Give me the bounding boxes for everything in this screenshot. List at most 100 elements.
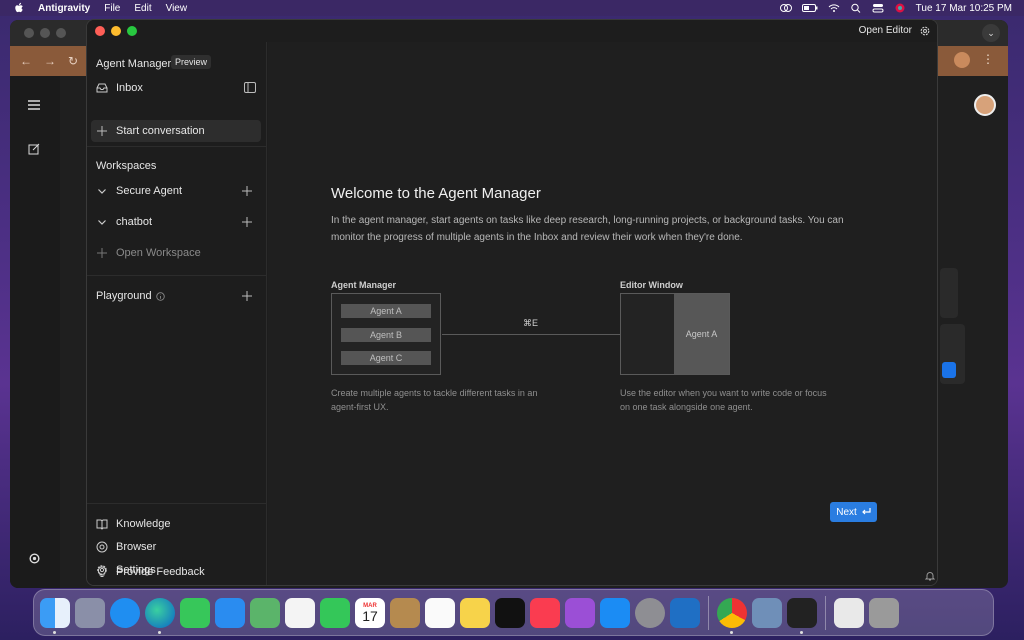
next-button[interactable]: Next bbox=[830, 502, 877, 522]
mail-icon[interactable] bbox=[215, 597, 245, 628]
chrome-profile-icon[interactable] bbox=[894, 3, 906, 13]
diagram-connector-line bbox=[442, 334, 620, 335]
wifi-icon[interactable] bbox=[828, 3, 840, 13]
launchpad-icon[interactable] bbox=[75, 597, 105, 628]
background-user-avatar[interactable] bbox=[974, 94, 996, 116]
add-conversation-plus-icon[interactable] bbox=[242, 217, 252, 227]
chevron-down-icon[interactable] bbox=[96, 185, 108, 197]
app-store-icon[interactable] bbox=[600, 597, 630, 628]
add-playground-plus-icon[interactable] bbox=[242, 291, 252, 301]
background-settings-gear-icon[interactable] bbox=[28, 552, 41, 565]
chrome-icon[interactable] bbox=[717, 597, 747, 634]
browser-menu-icon[interactable]: ⋮ bbox=[982, 52, 994, 66]
maps-icon[interactable] bbox=[250, 597, 280, 628]
antigravity-window: Open Editor Agent Manager Preview Inbox … bbox=[86, 19, 938, 586]
open-workspace-button[interactable]: Open Workspace bbox=[91, 242, 261, 264]
agent-pill: Agent A bbox=[341, 304, 431, 318]
background-page-rail bbox=[10, 76, 60, 588]
hamburger-menu-icon[interactable] bbox=[28, 100, 40, 110]
workspace-secure-agent[interactable]: Secure Agent bbox=[91, 180, 261, 202]
workspace-label: chatbot bbox=[116, 216, 153, 228]
trash-icon[interactable] bbox=[869, 597, 899, 628]
editor-window-caption: Use the editor when you want to write co… bbox=[620, 388, 827, 412]
reminders-icon[interactable] bbox=[425, 597, 455, 628]
workspaces-heading: Workspaces bbox=[96, 160, 157, 172]
notification-bell-icon[interactable] bbox=[925, 571, 935, 581]
compose-icon[interactable] bbox=[28, 143, 40, 155]
sidebar-item-label: Knowledge bbox=[116, 518, 171, 530]
facetime-icon[interactable] bbox=[320, 597, 350, 628]
photos-icon[interactable] bbox=[285, 597, 315, 628]
menubar-clock[interactable]: Tue 17 Mar 10:25 PM bbox=[916, 3, 1012, 14]
dock-separator bbox=[825, 595, 826, 630]
sidebar-item-label: Provide Feedback bbox=[116, 566, 205, 578]
menu-app-name[interactable]: Antigravity bbox=[38, 3, 90, 14]
tab-search-icon[interactable]: ⌄ bbox=[982, 24, 1000, 42]
sidebar-header: Agent Manager bbox=[96, 58, 172, 70]
music-icon[interactable] bbox=[530, 597, 560, 628]
podcasts-icon[interactable] bbox=[565, 597, 595, 628]
sidebar: Agent Manager Preview Inbox Start conver… bbox=[87, 42, 267, 585]
sidebar-item-playground[interactable]: Playground bbox=[91, 285, 261, 307]
menu-file[interactable]: File bbox=[104, 3, 120, 14]
shortcut-label: ⌘E bbox=[523, 318, 539, 328]
workspace-chatbot[interactable]: chatbot bbox=[91, 211, 261, 233]
add-conversation-plus-icon[interactable] bbox=[242, 186, 252, 196]
pdf-document-icon[interactable] bbox=[834, 597, 864, 628]
creative-cloud-icon[interactable] bbox=[779, 3, 792, 13]
book-icon bbox=[96, 519, 108, 530]
sidebar-item-label: Open Workspace bbox=[116, 247, 201, 259]
forward-arrow-icon[interactable]: → bbox=[44, 54, 56, 68]
zoom-window-button[interactable] bbox=[127, 26, 137, 36]
window-titlebar: Open Editor bbox=[87, 20, 937, 42]
vscode-icon[interactable] bbox=[670, 597, 700, 628]
minimize-window-button[interactable] bbox=[111, 26, 121, 36]
plus-icon bbox=[97, 248, 107, 258]
sidebar-divider bbox=[87, 503, 267, 504]
antigravity-icon[interactable] bbox=[787, 597, 817, 634]
info-icon[interactable] bbox=[155, 291, 165, 301]
sidebar-item-inbox[interactable]: Inbox bbox=[91, 77, 261, 99]
browser-profile-avatar[interactable] bbox=[954, 52, 970, 68]
macos-dock: MAR 17 bbox=[33, 589, 994, 636]
apple-tv-icon[interactable] bbox=[495, 597, 525, 628]
preview-icon[interactable] bbox=[752, 597, 782, 628]
workspace-label: Secure Agent bbox=[116, 185, 183, 197]
menu-view[interactable]: View bbox=[166, 3, 188, 14]
sidebar-item-label: Start conversation bbox=[116, 125, 205, 137]
close-window-button[interactable] bbox=[95, 26, 105, 36]
sidebar-item-label: Browser bbox=[116, 541, 157, 553]
toggle-sidebar-icon[interactable] bbox=[244, 82, 256, 93]
open-editor-button[interactable]: Open Editor bbox=[859, 25, 912, 36]
diagram-agent-manager-label: Agent Manager bbox=[331, 280, 397, 290]
finder-icon[interactable] bbox=[40, 597, 70, 634]
chevron-down-icon[interactable] bbox=[96, 216, 108, 228]
sidebar-item-label: Playground bbox=[96, 290, 152, 302]
sidebar-item-knowledge[interactable]: Knowledge bbox=[91, 513, 261, 535]
dock-separator bbox=[708, 595, 709, 630]
spotlight-search-icon[interactable] bbox=[850, 3, 862, 13]
menu-edit[interactable]: Edit bbox=[134, 3, 151, 14]
control-center-icon[interactable] bbox=[872, 3, 884, 13]
background-blue-button[interactable] bbox=[942, 362, 956, 378]
safari-icon[interactable] bbox=[110, 597, 140, 628]
notes-icon[interactable] bbox=[460, 597, 490, 628]
back-arrow-icon[interactable]: ← bbox=[20, 54, 32, 68]
background-panel bbox=[940, 268, 958, 318]
battery-icon[interactable] bbox=[801, 3, 818, 13]
apple-icon[interactable] bbox=[12, 2, 26, 14]
gear-icon[interactable] bbox=[919, 25, 931, 37]
system-settings-icon[interactable] bbox=[635, 597, 665, 628]
edge-icon[interactable] bbox=[145, 597, 175, 634]
start-conversation-button[interactable]: Start conversation bbox=[91, 120, 261, 142]
reload-icon[interactable]: ↻ bbox=[68, 54, 78, 68]
inbox-icon bbox=[96, 83, 108, 93]
contacts-icon[interactable] bbox=[390, 597, 420, 628]
sidebar-item-provide-feedback[interactable]: Provide Feedback bbox=[91, 561, 261, 583]
calendar-icon[interactable]: MAR 17 bbox=[355, 597, 385, 628]
browser-traffic-lights bbox=[24, 28, 66, 38]
messages-icon[interactable] bbox=[180, 597, 210, 628]
plus-icon bbox=[97, 126, 107, 136]
sidebar-item-label: Inbox bbox=[116, 82, 143, 94]
sidebar-item-browser[interactable]: Browser bbox=[91, 536, 261, 558]
